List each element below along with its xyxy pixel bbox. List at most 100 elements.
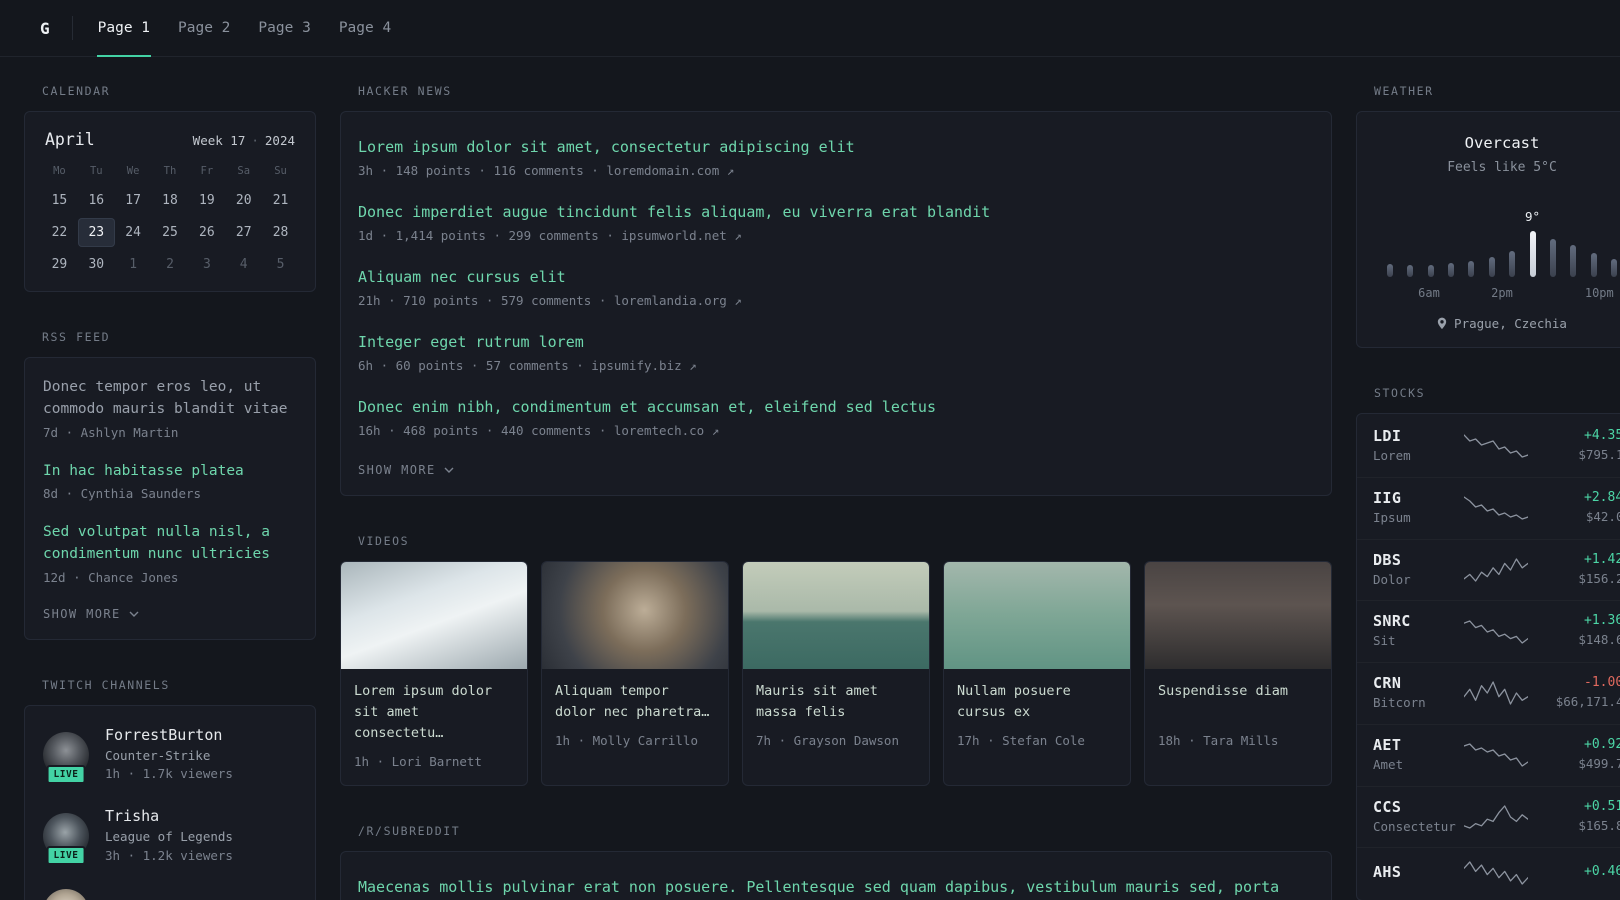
tab-page-2[interactable]: Page 2 (177, 0, 231, 56)
weather-location-label: Prague, Czechia (1454, 316, 1567, 331)
video-card[interactable]: Mauris sit amet massa felis 7h · Grayson… (742, 561, 930, 786)
calendar-day[interactable]: 27 (225, 218, 262, 247)
rss-item-title[interactable]: Donec tempor eros leo, ut commodo mauris… (43, 376, 297, 421)
hn-item-title[interactable]: Donec imperdiet augue tincidunt felis al… (358, 201, 1314, 224)
app-logo[interactable]: G (40, 19, 50, 38)
video-card[interactable]: Nullam posuere cursus ex 17h · Stefan Co… (943, 561, 1131, 786)
stock-values: -1.00% $66,171.48 (1531, 675, 1620, 712)
tab-page-4[interactable]: Page 4 (338, 0, 392, 56)
calendar-day[interactable]: 16 (78, 186, 115, 215)
hn-item-title[interactable]: Aliquam nec cursus elit (358, 266, 1314, 289)
channel-avatar[interactable]: LIVE (43, 731, 89, 784)
calendar-day[interactable]: 30 (78, 250, 115, 279)
video-title[interactable]: Mauris sit amet massa felis (756, 681, 916, 723)
calendar-day[interactable]: 29 (41, 250, 78, 279)
channel-avatar[interactable]: LIVE (43, 813, 89, 866)
calendar-dow-label: Su (274, 165, 287, 177)
stock-row[interactable]: DBS Dolor +1.42% $156.28 (1357, 540, 1620, 602)
rss-item-title[interactable]: In hac habitasse platea (43, 460, 297, 482)
video-meta: 1h · Lori Barnett (354, 753, 482, 769)
video-title[interactable]: Nullam posuere cursus ex (957, 681, 1117, 723)
stock-values: +2.84% $42.04 (1531, 490, 1620, 527)
tab-page-3[interactable]: Page 3 (257, 0, 311, 56)
hn-item: Lorem ipsum dolor sit amet, consectetur … (358, 136, 1314, 181)
calendar-year: 2024 (264, 133, 295, 148)
video-card[interactable]: Suspendisse diam 18h · Tara Mills (1144, 561, 1332, 786)
rss-item-meta: 7d · Ashlyn Martin (43, 424, 179, 440)
calendar-week-year: Week 17 · 2024 (193, 133, 295, 148)
video-thumbnail (341, 562, 527, 669)
hacker-news-section: HACKER NEWS Lorem ipsum dolor sit amet, … (340, 84, 1332, 496)
subreddit-post-title[interactable]: Maecenas mollis pulvinar erat non posuer… (358, 875, 1314, 900)
calendar-day[interactable]: 2 (152, 250, 189, 279)
calendar-day[interactable]: 18 (152, 186, 189, 215)
live-badge: LIVE (46, 846, 86, 866)
calendar-month: April (45, 130, 95, 149)
stock-row[interactable]: CRN Bitcorn -1.00% $66,171.48 (1357, 663, 1620, 725)
tab-page-1[interactable]: Page 1 (96, 0, 152, 57)
videos-section: VIDEOS Lorem ipsum dolor sit amet consec… (340, 534, 1332, 786)
calendar-day-selected[interactable]: 23 (77, 218, 115, 247)
stock-price: $66,171.48 (1555, 694, 1620, 709)
stock-id: AET Amet (1373, 736, 1461, 775)
video-title[interactable]: Lorem ipsum dolor sit amet consectetu… (354, 681, 514, 744)
calendar-day[interactable]: 4 (225, 250, 262, 279)
stock-row[interactable]: AET Amet +0.92% $499.72 (1357, 725, 1620, 787)
stock-price: $156.28 (1578, 570, 1620, 586)
hn-item-title[interactable]: Donec enim nibh, condimentum et accumsan… (358, 396, 1314, 419)
calendar-day[interactable]: 3 (188, 250, 225, 279)
calendar-day[interactable]: 21 (262, 186, 299, 215)
section-header-rss: RSS FEED (42, 330, 111, 344)
stock-id: CRN Bitcorn (1373, 674, 1461, 713)
stock-symbol: CRN (1373, 674, 1402, 692)
hn-show-more-button[interactable]: SHOW MORE (358, 461, 454, 477)
calendar-day[interactable]: 25 (152, 218, 189, 247)
page-tabs: Page 1 Page 2 Page 3 Page 4 (96, 0, 393, 57)
stock-sparkline (1461, 556, 1531, 584)
calendar-day[interactable]: 19 (188, 186, 225, 215)
calendar-day[interactable]: 26 (188, 218, 225, 247)
channel-name[interactable]: Trisha (105, 807, 233, 825)
video-title[interactable]: Suspendisse diam (1158, 681, 1318, 723)
video-title[interactable]: Aliquam tempor dolor nec pharetra… (555, 681, 715, 723)
weather-time-label: 6am (1418, 286, 1440, 300)
hn-item-meta: 3h · 148 points · 116 comments · loremdo… (358, 163, 735, 179)
video-card[interactable]: Aliquam tempor dolor nec pharetra… 1h · … (541, 561, 729, 786)
hn-item-meta: 6h · 60 points · 57 comments · ipsumify.… (358, 358, 697, 374)
stock-row[interactable]: IIG Ipsum +2.84% $42.04 (1357, 478, 1620, 540)
channel-avatar[interactable]: LIVE (43, 888, 89, 900)
rss-item-meta: 8d · Cynthia Saunders (43, 486, 202, 502)
hn-item-title[interactable]: Integer eget rutrum lorem (358, 331, 1314, 354)
video-card[interactable]: Lorem ipsum dolor sit amet consectetu… 1… (340, 561, 528, 786)
subreddit-section: /R/SUBREDDIT Maecenas mollis pulvinar er… (340, 824, 1332, 900)
chevron-down-icon (129, 611, 139, 617)
stock-row[interactable]: AHS +0.46% (1357, 848, 1620, 898)
rss-item-title[interactable]: Sed volutpat nulla nisl, a condimentum n… (43, 521, 297, 566)
stock-row[interactable]: CCS Consectetur +0.51% $165.84 (1357, 787, 1620, 849)
stock-row[interactable]: SNRC Sit +1.36% $148.64 (1357, 601, 1620, 663)
calendar-day[interactable]: 17 (115, 186, 152, 215)
stock-sparkline (1461, 859, 1531, 887)
stock-values: +1.36% $148.64 (1531, 613, 1620, 650)
calendar-day[interactable]: 1 (115, 250, 152, 279)
weather-bar (1570, 245, 1577, 277)
section-header-subreddit: /R/SUBREDDIT (358, 823, 461, 838)
calendar-day[interactable]: 20 (225, 186, 262, 215)
calendar-day[interactable]: 15 (41, 186, 78, 215)
chevron-down-icon (444, 467, 454, 473)
stock-price: $42.04 (1585, 508, 1620, 524)
stock-change: +1.42% (1584, 551, 1620, 567)
calendar-day[interactable]: 24 (115, 218, 152, 247)
calendar-day[interactable]: 28 (262, 218, 299, 247)
stock-sparkline (1461, 432, 1531, 460)
stock-row[interactable]: LDI Lorem +4.35% $795.18 (1357, 416, 1620, 478)
stock-id: CCS Consectetur (1373, 798, 1461, 837)
hn-item-title[interactable]: Lorem ipsum dolor sit amet, consectetur … (358, 136, 1314, 159)
stock-change: +0.46% (1584, 864, 1620, 880)
rss-show-more-button[interactable]: SHOW MORE (43, 605, 139, 621)
channel-name[interactable]: ForrestBurton (105, 726, 233, 744)
calendar-day[interactable]: 5 (262, 250, 299, 279)
rss-item: Donec tempor eros leo, ut commodo mauris… (43, 376, 297, 443)
weather-location: Prague, Czechia (1375, 316, 1620, 331)
calendar-day[interactable]: 22 (41, 218, 78, 247)
